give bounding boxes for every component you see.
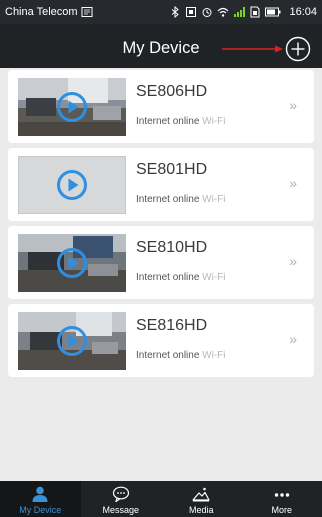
ellipsis-icon: [274, 493, 289, 497]
device-card[interactable]: SE801HD Internet online Wi-Fi »: [8, 148, 314, 221]
status-bar: China Telecom 16:04: [0, 0, 322, 24]
tab-label: More: [271, 505, 292, 515]
device-name: SE816HD: [136, 317, 208, 334]
device-preview-thumbnail[interactable]: [18, 234, 126, 292]
chevron-right-icon: »: [289, 175, 297, 191]
device-status: Internet online Wi-Fi: [136, 116, 226, 127]
play-icon[interactable]: [56, 325, 88, 357]
system-icons: 16:04: [169, 6, 317, 18]
status-wifi-text: Wi-Fi: [202, 194, 226, 205]
tab-message[interactable]: Message: [81, 481, 162, 517]
play-icon[interactable]: [56, 169, 88, 201]
status-text: Internet online: [136, 194, 203, 205]
device-status: Internet online Wi-Fi: [136, 350, 226, 361]
device-card[interactable]: SE810HD Internet online Wi-Fi »: [8, 226, 314, 299]
tab-label: Media: [188, 505, 214, 515]
device-name: SE806HD: [136, 83, 208, 100]
person-icon: [32, 486, 48, 502]
title-bar: My Device: [0, 24, 322, 68]
cell-signal-icon: [234, 7, 246, 17]
tab-media[interactable]: Media: [161, 481, 242, 517]
carrier-group: China Telecom: [5, 6, 93, 18]
wifi-signal-icon: [218, 7, 229, 17]
status-wifi-text: Wi-Fi: [202, 350, 226, 361]
image-notification-icon: [81, 7, 93, 17]
bluetooth-icon: [172, 6, 180, 18]
device-card[interactable]: SE806HD Internet online Wi-Fi »: [8, 70, 314, 143]
status-text: Internet online: [136, 272, 203, 283]
device-status: Internet online Wi-Fi: [136, 272, 226, 283]
chevron-right-icon: »: [289, 253, 297, 269]
device-preview-thumbnail[interactable]: [18, 156, 126, 214]
carrier-name: China Telecom: [5, 6, 78, 18]
chevron-right-icon: »: [289, 97, 297, 113]
status-wifi-text: Wi-Fi: [202, 116, 226, 127]
status-text: Internet online: [136, 350, 203, 361]
status-text: Internet online: [136, 116, 203, 127]
mountain-image-icon: [192, 487, 210, 502]
device-name: SE810HD: [136, 239, 208, 256]
tab-my-device[interactable]: My Device: [0, 481, 81, 517]
device-preview-thumbnail[interactable]: [18, 312, 126, 370]
device-card[interactable]: SE816HD Internet online Wi-Fi »: [8, 304, 314, 377]
sim-card-icon: [250, 6, 260, 18]
device-name: SE801HD: [136, 161, 208, 178]
tab-label: Message: [102, 505, 140, 515]
play-icon[interactable]: [56, 91, 88, 123]
chevron-right-icon: »: [289, 331, 297, 347]
status-time: 16:04: [289, 6, 317, 18]
annotation-arrow-icon: [222, 45, 283, 53]
bottom-tab-bar: My Device Message Media More: [0, 481, 322, 517]
status-wifi-text: Wi-Fi: [202, 272, 226, 283]
play-icon[interactable]: [56, 247, 88, 279]
device-list: SE806HD Internet online Wi-Fi » SE801HD …: [8, 70, 314, 382]
nfc-icon: [186, 7, 197, 17]
alarm-icon: [202, 8, 212, 17]
add-device-button[interactable]: [285, 36, 311, 62]
tab-more[interactable]: More: [242, 481, 322, 517]
tab-label: My Device: [19, 505, 62, 515]
device-preview-thumbnail[interactable]: [18, 78, 126, 136]
battery-icon: [265, 7, 281, 17]
device-status: Internet online Wi-Fi: [136, 194, 226, 205]
chat-bubble-icon: [112, 486, 129, 502]
